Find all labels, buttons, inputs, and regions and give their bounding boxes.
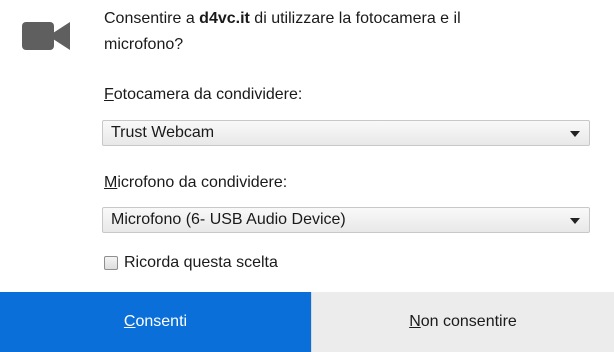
deny-button-accesskey: N [409,313,421,330]
microphone-select-value: Microfono (6- USB Audio Device) [111,211,346,228]
camera-select[interactable]: Trust Webcam [102,120,590,146]
remember-choice[interactable]: Ricorda questa scelta [104,252,278,274]
camera-label-text: otocamera da condividere: [113,86,303,103]
microphone-label-accesskey: M [104,174,118,191]
video-camera-icon [22,22,70,50]
allow-button[interactable]: Consenti [0,292,311,352]
camera-select-value: Trust Webcam [111,124,215,141]
permission-prompt: Consentire a d4vc.it di utilizzare la fo… [104,6,584,58]
site-name: d4vc.it [199,10,250,27]
chevron-down-icon [570,131,580,137]
prompt-suffix: di utilizzare la fotocamera e il [249,10,461,27]
allow-button-accesskey: C [123,313,136,330]
permission-panel: Consentire a d4vc.it di utilizzare la fo… [0,0,614,352]
chevron-down-icon [570,218,580,224]
prompt-suffix-line2: microfono? [104,36,184,53]
microphone-label: Microfono da condividere: [104,174,287,192]
allow-button-label: onsenti [135,313,188,330]
camera-label-accesskey: F [104,86,114,103]
camera-label: Fotocamera da condividere: [104,86,302,104]
deny-button-label: on consentire [420,313,517,330]
remember-checkbox[interactable] [104,256,118,270]
deny-button[interactable]: Non consentire [311,292,614,352]
microphone-select[interactable]: Microfono (6- USB Audio Device) [102,207,590,233]
microphone-label-text: icrofono da condividere: [117,174,288,191]
prompt-prefix: Consentire a [104,10,200,27]
remember-label[interactable]: Ricorda questa scelta [124,254,278,272]
